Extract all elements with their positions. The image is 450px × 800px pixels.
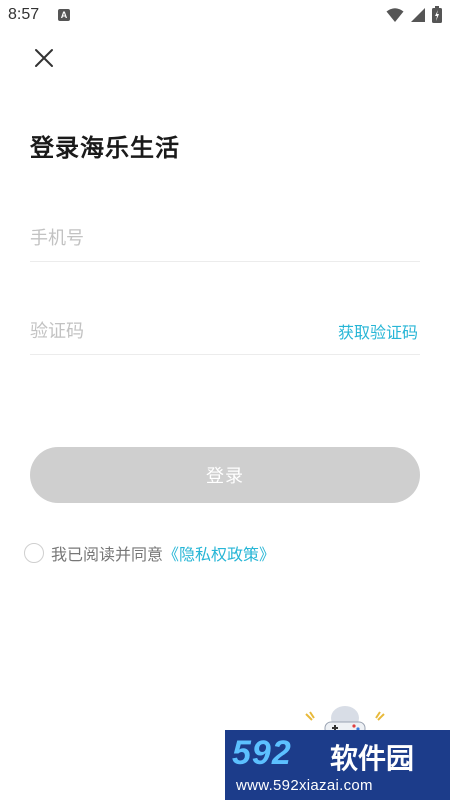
code-field-row: 获取验证码 bbox=[30, 307, 420, 355]
a-icon: A bbox=[58, 9, 70, 21]
status-time: 8:57 bbox=[8, 6, 40, 23]
phone-field-row bbox=[30, 214, 420, 262]
verification-code-input[interactable] bbox=[30, 307, 310, 355]
signal-icon bbox=[410, 7, 426, 27]
agreement-row: 我已阅读并同意 《隐私权政策》 bbox=[24, 541, 275, 565]
wifi-icon bbox=[386, 7, 404, 27]
close-button[interactable] bbox=[30, 44, 58, 72]
status-bar: 8:57 A bbox=[0, 0, 450, 32]
agreement-checkbox[interactable] bbox=[24, 543, 44, 563]
close-icon bbox=[35, 49, 53, 67]
watermark-number: 592 bbox=[232, 734, 292, 772]
privacy-policy-link[interactable]: 《隐私权政策》 bbox=[163, 541, 275, 565]
watermark-name: 软件园 bbox=[330, 742, 415, 775]
phone-input[interactable] bbox=[30, 214, 310, 262]
page-title: 登录海乐生活 bbox=[30, 134, 180, 162]
get-code-button[interactable]: 获取验证码 bbox=[338, 319, 418, 343]
watermark-url: www.592xiazai.com bbox=[236, 777, 373, 794]
status-icons bbox=[386, 6, 442, 27]
login-button[interactable]: 登录 bbox=[30, 447, 420, 503]
agreement-text: 我已阅读并同意 bbox=[51, 545, 164, 564]
battery-icon bbox=[432, 6, 442, 27]
